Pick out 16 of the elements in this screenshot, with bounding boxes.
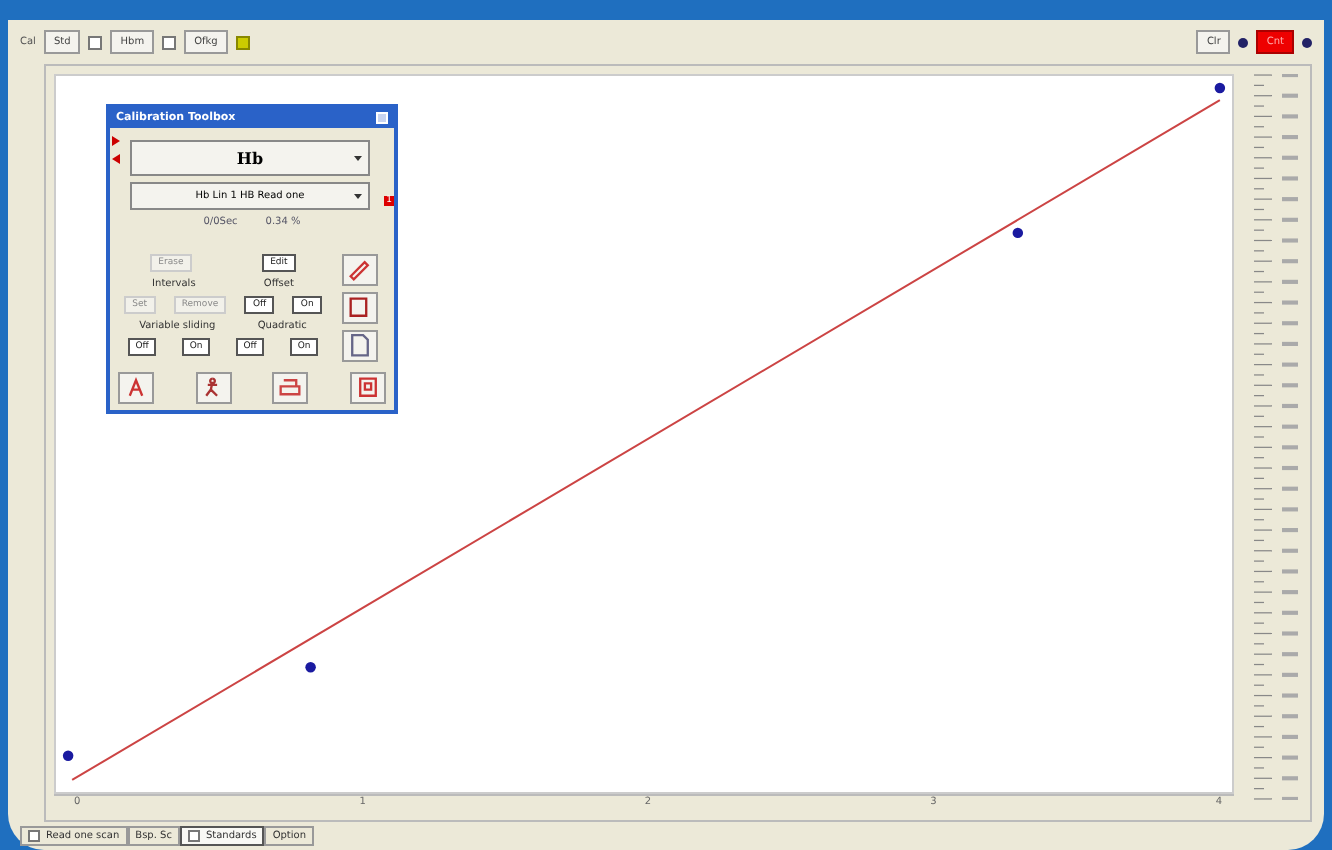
- analyte-dropdown[interactable]: Hb: [130, 140, 370, 176]
- caret-icon: [354, 153, 362, 162]
- checkbox[interactable]: [162, 35, 177, 49]
- checkbox[interactable]: [88, 35, 103, 49]
- panel-button[interactable]: [349, 372, 386, 404]
- document-button[interactable]: [342, 330, 378, 362]
- pencil-icon: [346, 256, 374, 284]
- caret-icon: [354, 192, 362, 201]
- spin-arrows-icon[interactable]: [112, 136, 120, 164]
- status-dot-icon: [1302, 37, 1312, 47]
- panel-icon: [353, 374, 382, 402]
- status-dot-icon: [1238, 37, 1249, 47]
- document-icon: [346, 332, 374, 360]
- checkbox[interactable]: [235, 35, 250, 49]
- pencil-button[interactable]: [342, 254, 378, 286]
- runner-button[interactable]: [195, 372, 232, 404]
